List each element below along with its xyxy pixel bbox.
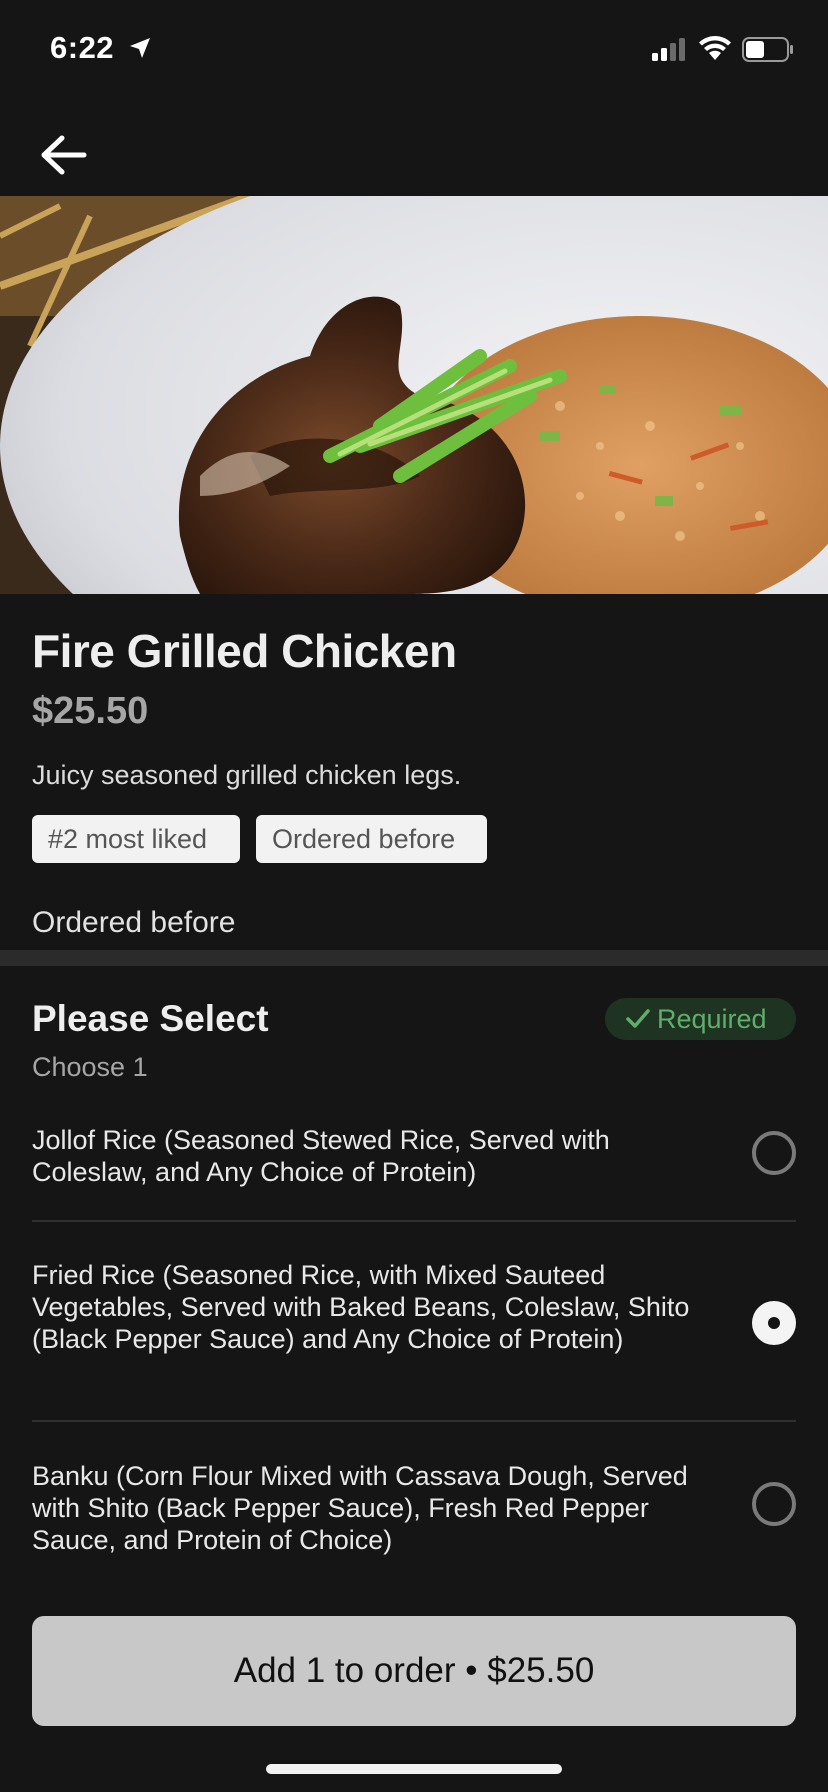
battery-icon (742, 37, 793, 62)
status-bar: 6:22 (0, 0, 828, 100)
radio-button-selected[interactable] (752, 1301, 796, 1345)
option-label: Fried Rice (Seasoned Rice, with Mixed Sa… (32, 1260, 690, 1354)
option-label: Jollof Rice (Seasoned Stewed Rice, Serve… (32, 1125, 610, 1187)
option-divider (32, 1220, 796, 1222)
option-fried-rice[interactable]: Fried Rice (Seasoned Rice, with Mixed Sa… (32, 1259, 796, 1399)
option-label: Banku (Corn Flour Mixed with Cassava Dou… (32, 1461, 688, 1555)
wifi-icon (699, 36, 731, 60)
item-description: Juicy seasoned grilled chicken legs. (32, 760, 462, 790)
required-badge: Required (605, 998, 796, 1040)
home-indicator[interactable] (266, 1764, 562, 1774)
badge-most-liked: #2 most liked (32, 815, 240, 863)
section-divider (0, 950, 828, 966)
location-arrow-icon (130, 38, 150, 58)
ordered-before-label: Ordered before (32, 906, 236, 939)
item-title: Fire Grilled Chicken (32, 625, 457, 677)
back-arrow-icon (41, 135, 87, 175)
radio-button[interactable] (752, 1482, 796, 1526)
choose-count-text: Choose 1 (32, 1052, 148, 1082)
badge-ordered-before: Ordered before (256, 815, 487, 863)
cellular-signal-icon (652, 38, 685, 61)
item-price: $25.50 (32, 690, 149, 732)
section-title: Please Select (32, 998, 269, 1039)
back-button[interactable] (36, 130, 92, 180)
status-time: 6:22 (50, 30, 115, 65)
check-icon (626, 1009, 650, 1028)
add-to-order-button[interactable]: Add 1 to order • $25.50 (32, 1616, 796, 1726)
radio-dot (768, 1317, 780, 1329)
required-label: Required (657, 1004, 767, 1034)
radio-button[interactable] (752, 1131, 796, 1175)
option-divider (32, 1420, 796, 1422)
option-banku[interactable]: Banku (Corn Flour Mixed with Cassava Dou… (32, 1460, 796, 1570)
hero-image (0, 196, 828, 594)
option-jollof-rice[interactable]: Jollof Rice (Seasoned Stewed Rice, Serve… (32, 1124, 796, 1204)
food-photo (0, 196, 828, 594)
